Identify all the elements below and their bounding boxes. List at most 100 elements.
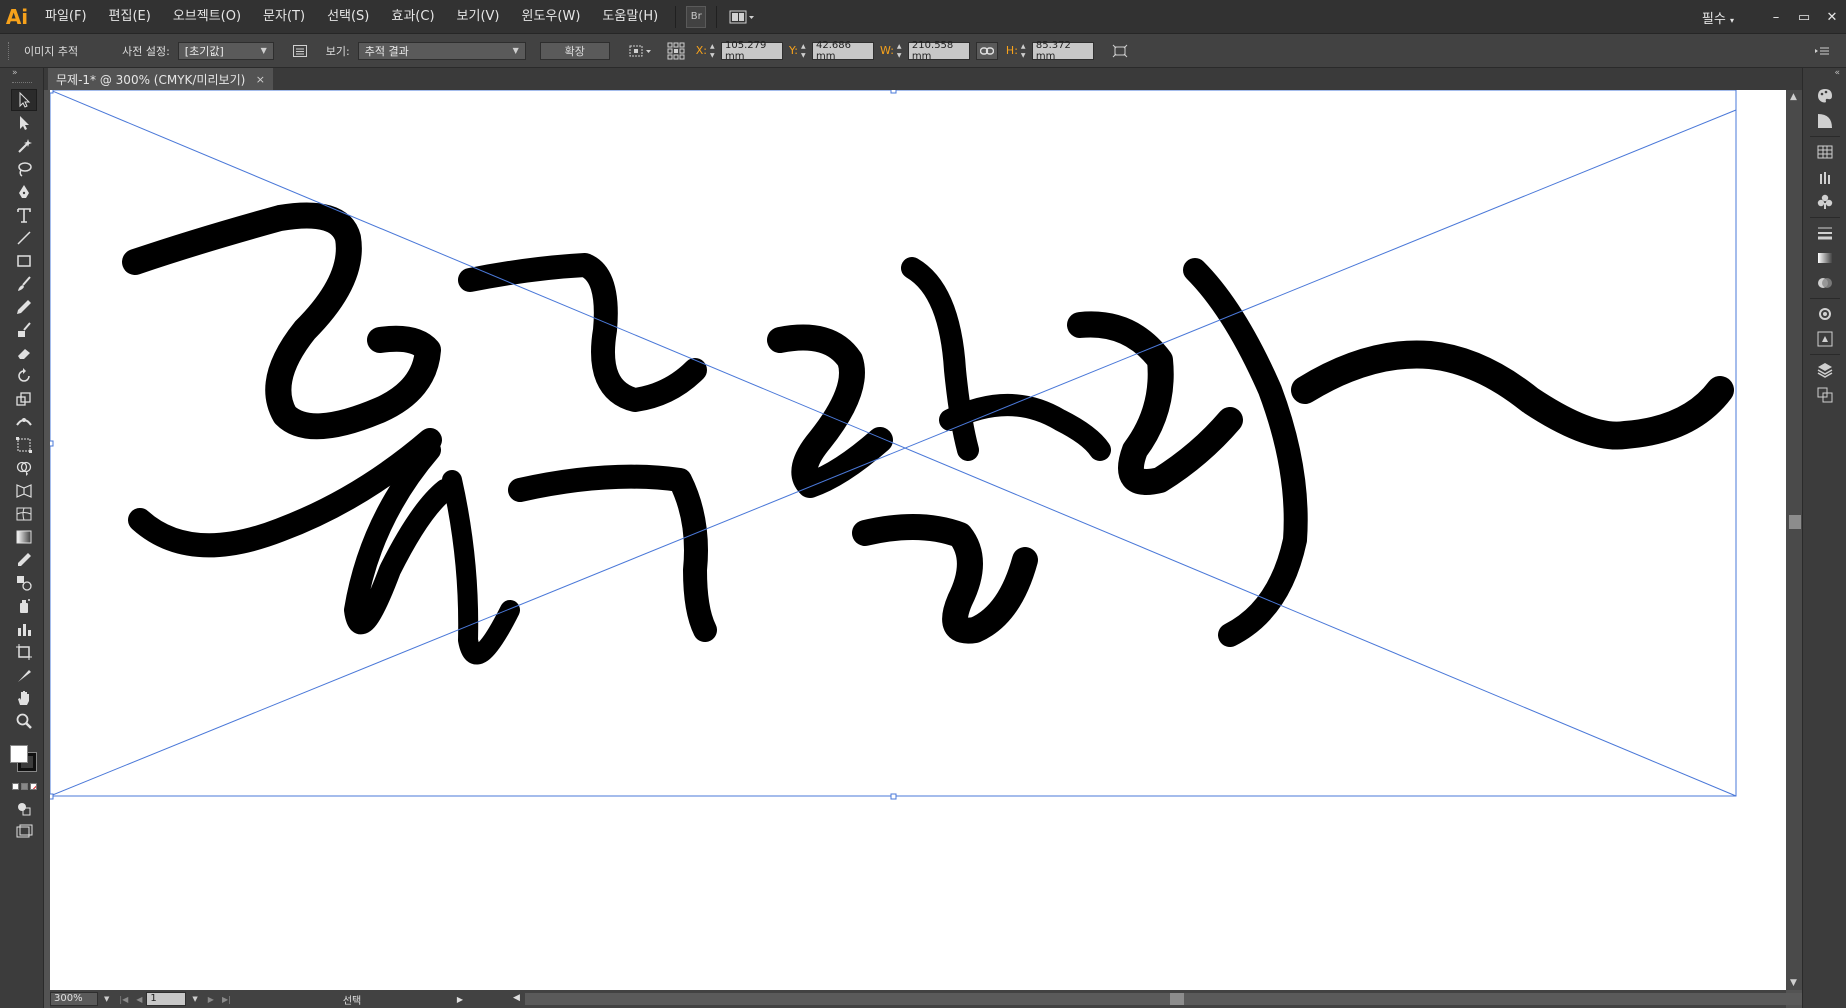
blob-brush-tool[interactable] <box>11 319 37 341</box>
pencil-tool[interactable] <box>11 296 37 318</box>
x-field[interactable]: 105.279 mm <box>721 40 783 62</box>
menu-file[interactable]: 파일(F) <box>34 0 98 34</box>
handle-middle-left[interactable] <box>50 440 54 447</box>
scroll-down-icon[interactable]: ▼ <box>1790 978 1797 988</box>
menu-effect[interactable]: 효과(C) <box>380 0 445 34</box>
collapse-icon[interactable]: » <box>0 68 43 82</box>
scale-tool[interactable] <box>11 388 37 410</box>
panel-menu-button[interactable] <box>1812 41 1832 61</box>
close-icon[interactable]: × <box>256 73 273 86</box>
bridge-button[interactable]: Br <box>686 5 707 28</box>
type-tool[interactable] <box>11 204 37 226</box>
blend-tool[interactable] <box>11 572 37 594</box>
rectangle-tool[interactable] <box>11 250 37 272</box>
next-artboard-icon[interactable]: ▶ <box>208 995 214 1004</box>
layers-panel-button[interactable] <box>1813 359 1837 381</box>
handle-top-center[interactable] <box>890 90 897 94</box>
document-tab[interactable]: 무제-1* @ 300% (CMYK/미리보기) × <box>48 68 273 90</box>
view-select[interactable]: 추적 결과 ▼ <box>357 41 526 60</box>
workspace-switcher[interactable]: 필수 ▾ <box>1702 8 1734 27</box>
selection-bounding-box[interactable] <box>50 90 1737 800</box>
menu-type[interactable]: 문자(T) <box>252 0 316 34</box>
gradient-tool[interactable] <box>11 526 37 548</box>
paintbrush-tool[interactable] <box>11 273 37 295</box>
transparency-panel-button[interactable] <box>1813 272 1837 294</box>
pen-tool[interactable] <box>11 181 37 203</box>
w-field[interactable]: 210.558 mm <box>907 40 970 62</box>
eyedropper-tool[interactable] <box>11 549 37 571</box>
width-tool[interactable] <box>11 411 37 433</box>
direct-selection-tool[interactable] <box>11 112 37 134</box>
graphic-styles-panel-button[interactable] <box>1813 328 1837 350</box>
eraser-tool[interactable] <box>11 342 37 364</box>
gradient-panel-button[interactable] <box>1813 247 1837 269</box>
x-stepper[interactable]: ▲ ▼ <box>710 42 720 60</box>
horizontal-scrollbar[interactable]: ◀ ▶ <box>513 993 1832 1005</box>
free-transform-tool[interactable] <box>11 434 37 456</box>
draw-mode-tool[interactable] <box>11 798 37 820</box>
selection-tool[interactable] <box>11 89 37 111</box>
gradient-mode-button[interactable] <box>21 783 28 790</box>
line-tool[interactable] <box>11 227 37 249</box>
tracing-panel-button[interactable] <box>290 41 310 61</box>
constrain-proportions-button[interactable] <box>975 41 998 60</box>
stroke-panel-button[interactable] <box>1813 222 1837 244</box>
color-mode-button[interactable] <box>12 783 19 790</box>
graph-tool[interactable] <box>11 618 37 640</box>
close-button[interactable]: ✕ <box>1818 7 1846 27</box>
align-to-button[interactable] <box>628 41 654 61</box>
shape-builder-tool[interactable] <box>11 457 37 479</box>
artboard-canvas[interactable] <box>50 90 1786 990</box>
menu-window[interactable]: 윈도우(W) <box>511 0 592 34</box>
slice-tool[interactable] <box>11 664 37 686</box>
menu-help[interactable]: 도움말(H) <box>591 0 669 34</box>
maximize-button[interactable]: ▭ <box>1790 7 1818 27</box>
artboards-panel-button[interactable] <box>1813 384 1837 406</box>
handle-bottom-center[interactable] <box>890 793 897 800</box>
first-artboard-icon[interactable]: |◀ <box>119 995 128 1004</box>
horizontal-scroll-thumb[interactable] <box>1170 993 1184 1005</box>
reference-point-button[interactable] <box>666 41 686 61</box>
rotate-tool[interactable] <box>11 365 37 387</box>
vertical-scroll-thumb[interactable] <box>1789 515 1801 529</box>
preset-select[interactable]: [초기값] ▼ <box>177 41 274 60</box>
arrange-documents-button[interactable] <box>727 6 757 28</box>
chevron-down-icon[interactable]: ▼ <box>104 995 109 1003</box>
none-mode-button[interactable] <box>30 783 37 790</box>
artboard-tool[interactable] <box>11 641 37 663</box>
symbol-sprayer-tool[interactable] <box>11 595 37 617</box>
mesh-tool[interactable] <box>11 503 37 525</box>
color-guide-panel-button[interactable] <box>1813 110 1837 132</box>
lasso-tool[interactable] <box>11 158 37 180</box>
artboard-number-field[interactable]: 1 <box>146 992 187 1006</box>
h-stepper[interactable]: ▲ ▼ <box>1021 42 1031 60</box>
hand-tool[interactable] <box>11 687 37 709</box>
isolate-button[interactable] <box>1110 41 1130 61</box>
expand-button[interactable]: 확장 <box>539 41 610 60</box>
menu-view[interactable]: 보기(V) <box>446 0 511 34</box>
screen-mode-tool[interactable] <box>11 821 37 843</box>
perspective-grid-tool[interactable] <box>11 480 37 502</box>
handle-top-left[interactable] <box>50 90 54 94</box>
h-field[interactable]: 85.372 mm <box>1031 40 1094 62</box>
menu-select[interactable]: 선택(S) <box>316 0 380 34</box>
expand-panels-icon[interactable]: « <box>1803 68 1846 82</box>
last-artboard-icon[interactable]: ▶| <box>222 995 231 1004</box>
chevron-down-icon[interactable]: ▼ <box>192 995 197 1003</box>
zoom-tool[interactable] <box>11 710 37 732</box>
magic-wand-tool[interactable] <box>11 135 37 157</box>
menu-edit[interactable]: 편집(E) <box>98 0 162 34</box>
swatches-panel-button[interactable] <box>1813 141 1837 163</box>
w-stepper[interactable]: ▲ ▼ <box>897 42 907 60</box>
fill-stroke-widget[interactable] <box>0 739 44 783</box>
color-panel-button[interactable] <box>1813 85 1837 107</box>
minimize-button[interactable]: – <box>1762 7 1790 27</box>
status-menu-icon[interactable]: ▶ <box>457 995 463 1004</box>
menu-object[interactable]: 오브젝트(O) <box>162 0 252 34</box>
vertical-scrollbar[interactable]: ▲ ▼ <box>1786 90 1802 990</box>
y-field[interactable]: 42.686 mm <box>811 40 874 62</box>
y-stepper[interactable]: ▲ ▼ <box>801 42 811 60</box>
previous-artboard-icon[interactable]: ◀ <box>136 995 142 1004</box>
handle-bottom-left[interactable] <box>50 793 54 800</box>
symbols-panel-button[interactable] <box>1813 191 1837 213</box>
